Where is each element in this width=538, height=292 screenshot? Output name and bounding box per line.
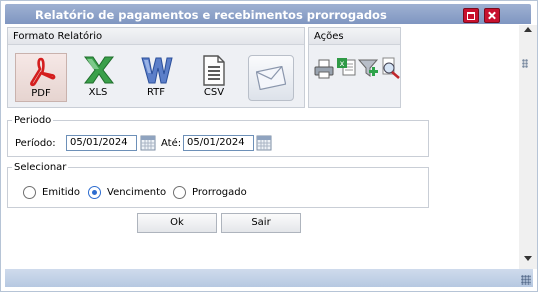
format-xls-label: XLS xyxy=(88,87,108,98)
format-pdf-button[interactable]: PDF xyxy=(15,53,67,102)
radio-vencimento-label[interactable]: Vencimento xyxy=(107,187,166,198)
actions-panel-header: Ações xyxy=(309,28,400,45)
email-icon xyxy=(256,66,286,90)
scroll-up-icon[interactable] xyxy=(524,27,532,32)
resize-grip-icon[interactable] xyxy=(522,59,528,68)
format-xls-button[interactable]: XLS xyxy=(73,53,123,100)
select-legend: Selecionar xyxy=(14,162,67,173)
actions-panel-title: Ações xyxy=(314,31,344,42)
xls-icon xyxy=(83,56,115,84)
resize-handle-icon[interactable] xyxy=(521,275,531,285)
window-title: Relatório de pagamentos e recebimentos p… xyxy=(35,8,387,22)
title-bar: Relatório de pagamentos e recebimentos p… xyxy=(1,1,537,25)
format-pdf-label: PDF xyxy=(31,88,51,99)
format-panel-header: Formato Relatório xyxy=(8,28,304,45)
excel-icon[interactable]: x xyxy=(335,56,357,80)
period-to-label: Até: xyxy=(161,138,182,149)
pdf-icon xyxy=(30,57,56,87)
maximize-button[interactable] xyxy=(463,8,479,23)
search-report-icon[interactable] xyxy=(379,56,401,80)
radio-emitido-label[interactable]: Emitido xyxy=(42,187,80,198)
period-to-input[interactable]: 05/01/2024 xyxy=(183,135,254,151)
period-from-label: Período: xyxy=(15,138,56,149)
scroll-down-icon[interactable] xyxy=(524,256,532,261)
radio-emitido[interactable] xyxy=(23,186,36,199)
actions-panel: Ações x xyxy=(308,27,401,108)
print-icon[interactable] xyxy=(313,56,335,80)
format-csv-button[interactable]: CSV xyxy=(189,53,239,100)
period-from-input[interactable]: 05/01/2024 xyxy=(66,135,137,151)
format-rtf-label: RTF xyxy=(146,87,166,98)
csv-icon xyxy=(203,55,225,86)
close-button[interactable] xyxy=(484,8,500,23)
select-fieldset: Selecionar xyxy=(7,162,429,208)
radio-prorrogado[interactable] xyxy=(173,186,186,199)
radio-vencimento[interactable] xyxy=(88,186,101,199)
format-rtf-button[interactable]: RTF xyxy=(131,53,181,100)
format-email-button[interactable] xyxy=(248,55,294,101)
calendar-icon[interactable] xyxy=(256,135,272,151)
radio-prorrogado-label[interactable]: Prorrogado xyxy=(192,187,247,198)
report-dialog: Relatório de pagamentos e recebimentos p… xyxy=(0,0,538,292)
svg-text:x: x xyxy=(340,59,345,68)
filter-add-icon[interactable] xyxy=(357,56,379,80)
period-legend: Periodo xyxy=(14,115,52,126)
format-csv-label: CSV xyxy=(203,87,225,98)
calendar-icon[interactable] xyxy=(140,135,156,151)
format-panel: Formato Relatório PDF XLS RTF CSV xyxy=(7,27,305,108)
exit-button[interactable]: Sair xyxy=(221,213,301,233)
rtf-icon xyxy=(141,57,173,84)
status-bar xyxy=(5,269,533,287)
format-panel-title: Formato Relatório xyxy=(13,31,103,42)
ok-button[interactable]: Ok xyxy=(137,213,217,233)
